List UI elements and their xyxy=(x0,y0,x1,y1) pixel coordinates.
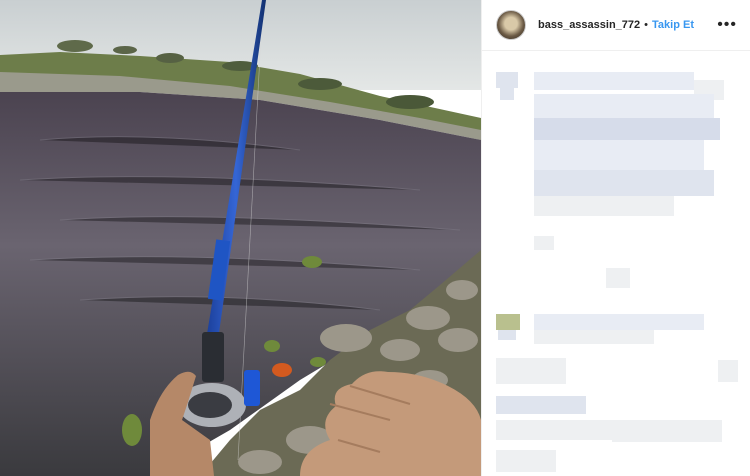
blurred-avatar xyxy=(496,72,518,88)
blurred-text-line xyxy=(612,420,722,442)
fishing-photo xyxy=(0,0,481,476)
user-avatar[interactable] xyxy=(496,10,526,40)
blurred-text-line xyxy=(496,420,626,440)
username[interactable]: bass_assassin_772 xyxy=(538,19,640,31)
post-header: bass_assassin_772 • Takip Et ••• xyxy=(482,0,750,51)
blurred-text-line xyxy=(496,358,566,384)
post-photo[interactable] xyxy=(0,0,481,476)
blurred-text-line xyxy=(534,140,704,170)
blurred-avatar-part xyxy=(498,330,516,340)
blurred-text-line xyxy=(606,268,630,288)
blurred-text-line xyxy=(534,118,720,140)
blurred-avatar-part xyxy=(500,88,514,100)
post-sidebar: bass_assassin_772 • Takip Et ••• xyxy=(481,0,750,476)
blurred-text-line xyxy=(496,450,556,472)
blurred-text-line xyxy=(534,170,714,196)
instagram-post: bass_assassin_772 • Takip Et ••• xyxy=(0,0,750,476)
comments-area-blurred xyxy=(482,60,750,476)
blurred-text-line xyxy=(534,196,674,216)
blurred-text-line xyxy=(718,360,738,382)
separator-dot: • xyxy=(644,19,649,31)
blurred-text-line xyxy=(534,330,654,344)
blurred-text-line xyxy=(534,94,714,118)
blurred-text-line xyxy=(496,396,586,414)
blurred-text-line xyxy=(534,314,704,330)
more-options-icon[interactable]: ••• xyxy=(717,16,737,34)
blurred-text-line xyxy=(534,72,694,90)
follow-button[interactable]: Takip Et xyxy=(652,19,694,31)
blurred-avatar xyxy=(496,314,520,330)
blurred-text-line xyxy=(534,236,554,250)
